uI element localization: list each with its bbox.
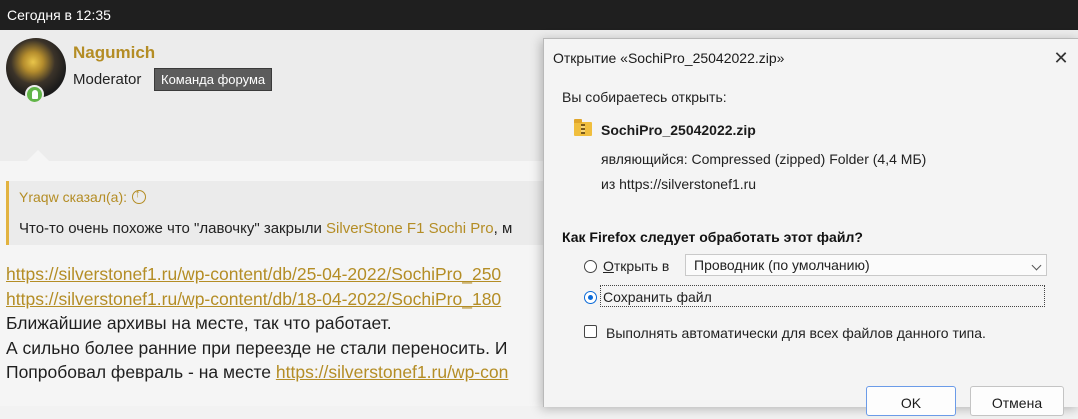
save-file-radio[interactable] — [584, 291, 597, 304]
file-source: из https://silverstonef1.ru — [601, 176, 757, 192]
user-role: Moderator — [73, 71, 142, 88]
open-with-select[interactable]: Проводник (по умолчанию) — [685, 254, 1047, 276]
post-line-5: Попробовал февраль - на месте — [6, 362, 276, 382]
open-file-dialog: Открытие «SochiPro_25042022.zip» ✕ Вы со… — [543, 38, 1078, 416]
quote-text-suffix: , м — [493, 220, 513, 237]
quote-text-prefix: Что-то очень похоже что "лавочку" закрыл… — [19, 220, 327, 237]
quote-author[interactable]: Yraqw сказал(а): — [19, 188, 147, 205]
dialog-prompt: Вы собираетесь открыть: — [562, 89, 727, 105]
post-body: https://silverstonef1.ru/wp-content/db/2… — [6, 262, 542, 385]
auto-action-checkbox[interactable] — [584, 325, 597, 338]
post-link-2[interactable]: https://silverstonef1.ru/wp-content/db/1… — [6, 289, 501, 309]
dialog-title: Открытие «SochiPro_25042022.zip» — [553, 50, 785, 66]
online-status-icon — [25, 85, 44, 104]
post-header-bar: Сегодня в 12:35 — [0, 0, 1078, 30]
file-type: являющийся: Compressed (zipped) Folder (… — [601, 151, 927, 167]
team-badge: Команда форума — [154, 68, 273, 91]
cancel-button[interactable]: Отмена — [970, 386, 1064, 416]
panel-pointer — [27, 150, 49, 161]
chevron-down-icon — [1031, 260, 1042, 271]
jump-to-quote-icon[interactable] — [132, 188, 147, 204]
open-with-radio[interactable] — [584, 260, 597, 273]
quote-text: Что-то очень похоже что "лавочку" закрыл… — [19, 220, 512, 237]
zip-folder-icon — [574, 119, 592, 136]
ok-button[interactable]: OK — [866, 386, 956, 416]
post-line-4: А сильно более ранние при переезде не ст… — [6, 337, 508, 358]
post-line-3: Ближайшие архивы на месте, так что работ… — [6, 313, 392, 333]
file-name: SochiPro_25042022.zip — [601, 122, 756, 138]
post-timestamp[interactable]: Сегодня в 12:35 — [7, 7, 111, 23]
close-icon[interactable]: ✕ — [1043, 43, 1078, 73]
open-with-label[interactable]: Открыть в — [603, 258, 669, 274]
username-link[interactable]: Nagumich — [73, 43, 155, 63]
post-link-3[interactable]: https://silverstonef1.ru/wp-con — [276, 362, 508, 382]
open-with-value: Проводник (по умолчанию) — [694, 257, 870, 273]
quote-author-label[interactable]: Yraqw сказал(а): — [19, 189, 127, 205]
save-file-label[interactable]: Сохранить файл — [603, 289, 712, 305]
auto-action-label[interactable]: Выполнять автоматически для всех файлов … — [606, 325, 986, 341]
quote-link[interactable]: SilverStone F1 Sochi Pro — [326, 220, 494, 237]
quote-block: Yraqw сказал(а): Что-то очень похоже что… — [6, 181, 549, 245]
post-link-1[interactable]: https://silverstonef1.ru/wp-content/db/2… — [6, 264, 501, 284]
handling-question: Как Firefox следует обработать этот файл… — [562, 229, 863, 245]
